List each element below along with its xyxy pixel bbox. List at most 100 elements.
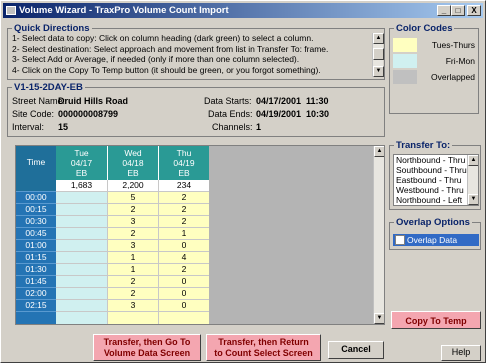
list-item[interactable]: Northbound - Left [394,195,478,205]
color-code-overlapped: Overlapped [393,70,475,84]
data-cell-empty [56,312,107,324]
list-item[interactable]: Westbound - Thru [394,185,478,195]
maximize-button[interactable]: □ [451,5,465,16]
column-header-day: Tue [74,148,89,158]
time-cell: 01:15 [16,252,56,264]
data-cell[interactable]: 1 [107,264,158,276]
color-code-tues-thurs: Tues-Thurs [393,38,475,52]
time-cell-empty [16,312,56,324]
data-cell[interactable]: 2 [107,204,158,216]
data-cell[interactable]: 2 [107,288,158,300]
help-button[interactable]: Help [441,345,481,361]
column-header-day: Wed [124,148,142,158]
overlap-data-option[interactable]: Overlap Data [393,234,479,246]
transfer-to-group: Transfer To: Northbound - Thru Southboun… [389,140,481,210]
street-name-value: Druid Hills Road [58,96,129,106]
copy-to-temp-button[interactable]: Copy To Temp [391,311,481,329]
column-total: 2,200 [107,180,158,192]
day-column-tue: Tue 04/17 EB 1,683 [56,146,107,324]
scroll-down-arrow-icon[interactable]: ▼ [373,66,384,77]
overlap-options-group: Overlap Options Overlap Data [389,217,481,250]
count-info-heading: V1-15-2DAY-EB [12,82,85,93]
data-cell[interactable] [56,192,107,204]
transfer-return-to-count-button[interactable]: Transfer, then Return to Count Select Sc… [206,334,321,361]
data-cell[interactable]: 3 [107,240,158,252]
count-data-grid: Time 00:00 00:15 00:30 00:45 01:00 01:15… [15,145,385,325]
scroll-up-arrow-icon[interactable]: ▲ [468,155,478,166]
overlap-data-label: Overlap Data [407,235,458,245]
data-ends-value: 04/19/2001 10:30 [256,109,330,119]
data-cell[interactable]: 0 [158,300,209,312]
interval-value: 15 [58,122,69,132]
title-bar[interactable]: Volume Wizard - TraxPro Volume Count Imp… [3,3,483,18]
data-cell[interactable]: 5 [107,192,158,204]
overlapped-swatch [393,70,417,84]
column-header-dir: EB [75,168,88,178]
volume-wizard-window: Volume Wizard - TraxPro Volume Count Imp… [0,0,486,363]
transfer-go-line-1: Transfer, then Go To [103,337,191,347]
directions-scrollbar[interactable]: ▲ ▼ [372,33,384,77]
grid-scrollbar[interactable]: ▲ ▼ [373,146,384,324]
data-cell[interactable]: 2 [158,216,209,228]
quick-directions-group: Quick Directions 1- Select data to copy:… [7,23,385,80]
channels-value: 1 [256,122,262,132]
transfer-list-scrollbar[interactable]: ▲ ▼ [467,155,478,205]
data-cell[interactable] [56,252,107,264]
data-cell[interactable]: 1 [107,252,158,264]
data-cell[interactable] [56,228,107,240]
data-cell[interactable]: 1 [158,228,209,240]
minimize-button[interactable]: _ [437,5,451,16]
data-cell[interactable]: 2 [107,276,158,288]
data-cell[interactable] [56,300,107,312]
cancel-button[interactable]: Cancel [328,341,384,359]
total-row-time-cell [16,180,56,192]
column-header-wed[interactable]: Wed 04/18 EB [107,146,158,180]
scroll-thumb[interactable] [373,48,384,60]
data-cell[interactable]: 4 [158,252,209,264]
list-item[interactable]: Southbound - Thru [394,165,478,175]
data-starts-value: 04/17/2001 11:30 [256,96,329,106]
time-cell: 01:30 [16,264,56,276]
transfer-to-heading: Transfer To: [394,140,453,151]
color-codes-heading: Color Codes [394,23,455,34]
data-cell[interactable] [56,288,107,300]
list-item[interactable]: Eastbound - Thru [394,175,478,185]
fri-mon-label: Fri-Mon [445,56,475,66]
data-cell[interactable]: 3 [107,216,158,228]
data-cell[interactable] [56,276,107,288]
data-cell[interactable]: 0 [158,276,209,288]
data-cell[interactable]: 0 [158,240,209,252]
close-button[interactable]: X [467,5,481,16]
time-cell: 02:00 [16,288,56,300]
data-cell[interactable] [56,216,107,228]
overlap-options-heading: Overlap Options [394,217,472,228]
data-cell[interactable]: 2 [158,204,209,216]
site-code-label: Site Code: [12,109,55,119]
app-icon [6,6,16,15]
time-cell: 01:00 [16,240,56,252]
column-header-tue[interactable]: Tue 04/17 EB [56,146,107,180]
scroll-up-arrow-icon[interactable]: ▲ [373,33,384,44]
scroll-down-arrow-icon[interactable]: ▼ [374,313,384,324]
data-cell[interactable] [56,204,107,216]
column-header-dir: EB [127,168,139,178]
data-cell[interactable] [56,264,107,276]
data-cell[interactable]: 3 [107,300,158,312]
column-header-date: 04/17 [70,158,93,168]
transfer-to-list[interactable]: Northbound - Thru Southbound - Thru East… [393,154,479,206]
scroll-up-arrow-icon[interactable]: ▲ [374,146,384,157]
overlap-data-checkbox[interactable] [395,235,405,245]
transfer-go-to-volume-button[interactable]: Transfer, then Go To Volume Data Screen [93,334,201,361]
column-header-thu[interactable]: Thu 04/19 EB [158,146,209,180]
data-cell[interactable]: 2 [107,228,158,240]
data-cell[interactable]: 0 [158,288,209,300]
interval-label: Interval: [12,122,45,132]
transfer-return-line-2: to Count Select Screen [214,348,313,358]
data-cell[interactable]: 2 [158,264,209,276]
data-cell[interactable] [56,240,107,252]
window-title: Volume Wizard - TraxPro Volume Count Imp… [19,5,229,16]
data-cell[interactable]: 2 [158,192,209,204]
list-item[interactable]: Northbound - Thru [394,155,478,165]
direction-line-3: 3- Select Add or Average, if needed (onl… [12,54,300,64]
scroll-down-arrow-icon[interactable]: ▼ [468,194,478,205]
